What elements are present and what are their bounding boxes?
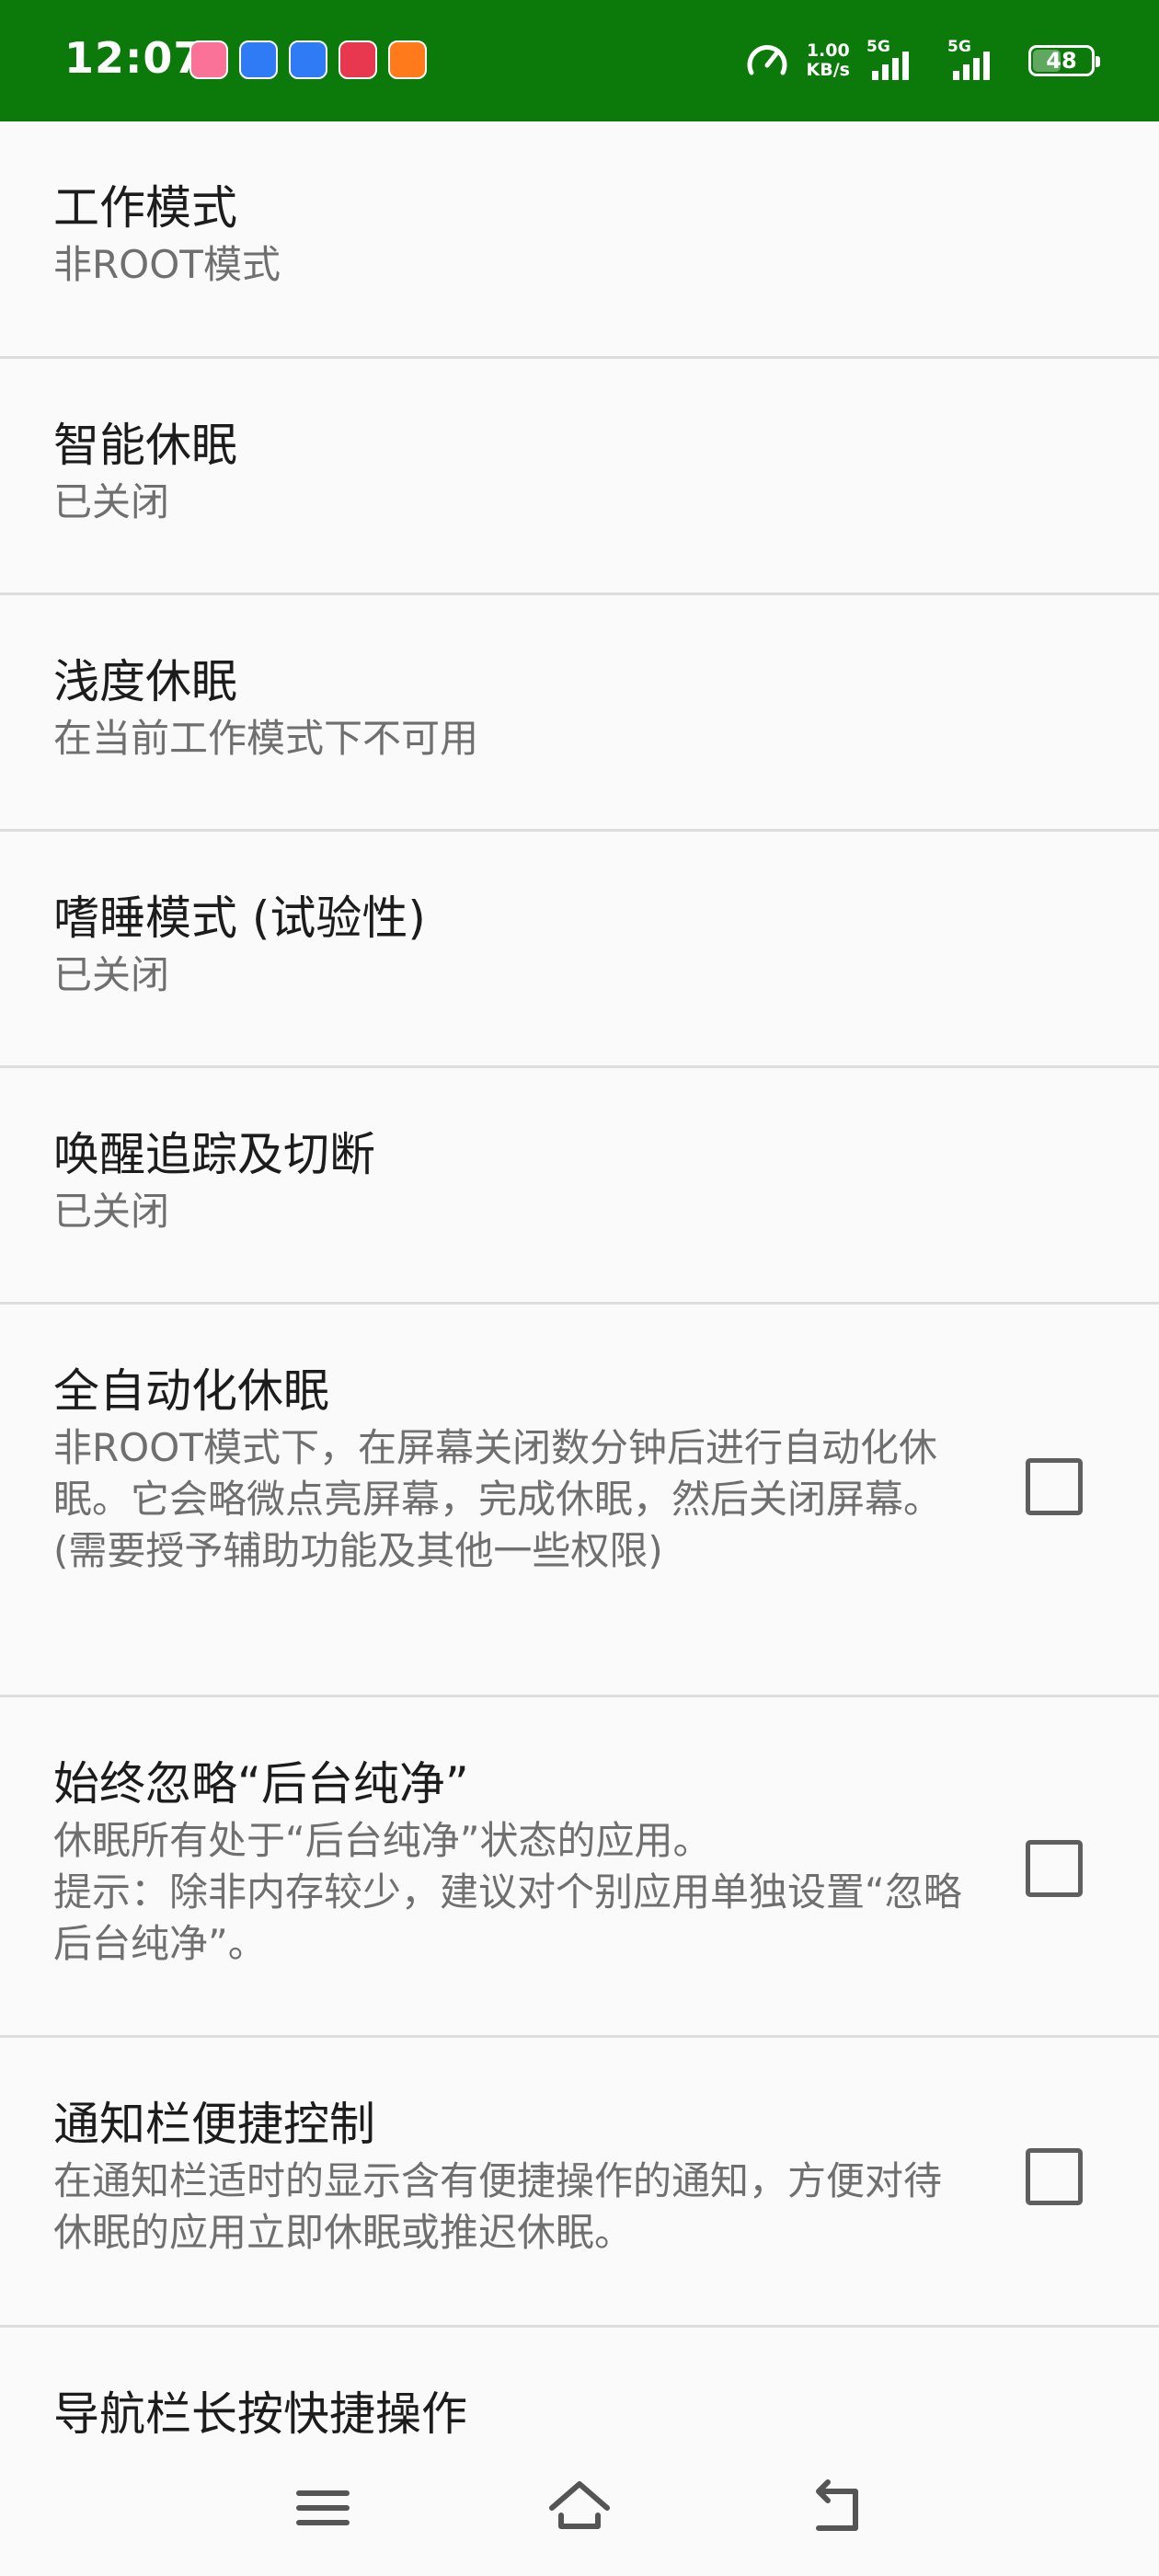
sim1-signal-icon: 5G	[866, 38, 931, 84]
setting-work-mode[interactable]: 工作模式 非ROOT模式	[0, 121, 1159, 359]
auto-sleep-checkbox[interactable]	[1026, 1458, 1083, 1515]
settings-list: 工作模式 非ROOT模式 智能休眠 已关闭 浅度休眠 在当前工作模式下不可用 嗜…	[0, 121, 1159, 2548]
back-icon[interactable]	[800, 2471, 874, 2545]
setting-title: 通知栏便捷控制	[53, 2098, 375, 2151]
setting-title: 智能休眠	[53, 419, 237, 472]
baidu-netdisk-icon	[239, 40, 278, 79]
status-bar: 12:07 1.00 KB/s 5G 5G 48	[0, 0, 1159, 121]
setting-subtitle: 休眠所有处于“后台纯净”状态的应用。 提示：除非内存较少，建议对个别应用单独设置…	[53, 1818, 962, 1966]
setting-notification-control[interactable]: 通知栏便捷控制 在通知栏适时的显示含有便捷操作的通知，方便对待休眠的应用立即休眠…	[0, 2038, 1159, 2328]
setting-title: 导航栏长按快捷操作	[53, 2387, 467, 2441]
setting-subtitle: 在通知栏适时的显示含有便捷操作的通知，方便对待休眠的应用立即休眠或推迟休眠。	[53, 2158, 943, 2255]
setting-drowsy-mode[interactable]: 嗜睡模式 (试验性) 已关闭	[0, 832, 1159, 1068]
ignore-background-clean-checkbox[interactable]	[1026, 1840, 1083, 1897]
notification-control-checkbox[interactable]	[1026, 2148, 1083, 2205]
setting-subtitle: 已关闭	[53, 952, 170, 997]
setting-light-sleep[interactable]: 浅度休眠 在当前工作模式下不可用	[0, 595, 1159, 832]
battery-level: 48	[1046, 48, 1077, 74]
battery-icon: 48	[1028, 45, 1100, 76]
setting-smart-sleep[interactable]: 智能休眠 已关闭	[0, 359, 1159, 595]
setting-subtitle: 非ROOT模式下，在屏幕关闭数分钟后进行自动化休眠。它会略微点亮屏幕，完成休眠，…	[53, 1425, 943, 1573]
cartoon-app-icon	[339, 40, 377, 79]
menu-icon[interactable]	[286, 2471, 360, 2545]
setting-title: 工作模式	[53, 181, 237, 235]
setting-title: 唤醒追踪及切断	[53, 1128, 375, 1181]
speedometer-icon	[747, 45, 786, 75]
setting-subtitle: 已关闭	[53, 1189, 170, 1234]
setting-title: 嗜睡模式 (试验性)	[53, 891, 426, 945]
setting-auto-sleep[interactable]: 全自动化休眠 非ROOT模式下，在屏幕关闭数分钟后进行自动化休眠。它会略微点亮屏…	[0, 1305, 1159, 1697]
baidu-netdisk-icon	[289, 40, 327, 79]
setting-ignore-background-clean[interactable]: 始终忽略“后台纯净” 休眠所有处于“后台纯净”状态的应用。 提示：除非内存较少，…	[0, 1697, 1159, 2038]
notification-icons	[189, 40, 427, 79]
network-speed-value: 1.00	[806, 40, 850, 61]
network-speed-unit: KB/s	[806, 60, 850, 80]
home-icon[interactable]	[543, 2471, 616, 2545]
setting-wakeup-tracking[interactable]: 唤醒追踪及切断 已关闭	[0, 1068, 1159, 1305]
bilibili-app-icon	[189, 40, 228, 79]
status-indicators: 1.00 KB/s 5G 5G 48	[744, 33, 1100, 88]
network-speed: 1.00 KB/s	[807, 41, 850, 80]
setting-title: 全自动化休眠	[53, 1364, 329, 1418]
setting-subtitle: 已关闭	[53, 479, 170, 524]
navigation-bar	[0, 2438, 1159, 2576]
status-time: 12:07	[64, 33, 204, 83]
orange-app-icon	[388, 40, 427, 79]
setting-title: 始终忽略“后台纯净”	[53, 1757, 469, 1811]
setting-title: 浅度休眠	[53, 655, 237, 708]
setting-subtitle: 在当前工作模式下不可用	[53, 716, 479, 761]
sim2-signal-icon: 5G	[947, 38, 1012, 84]
setting-subtitle: 非ROOT模式	[53, 242, 281, 287]
